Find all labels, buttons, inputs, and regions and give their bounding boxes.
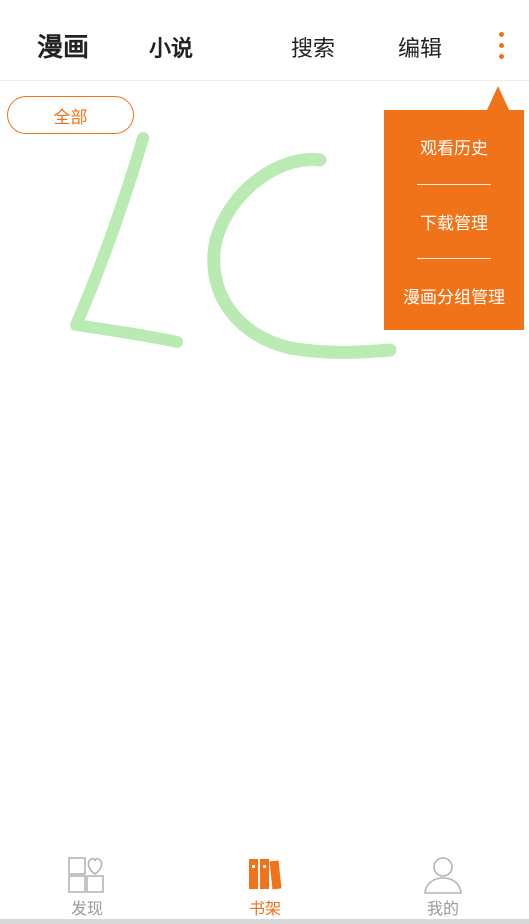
- nav-item-discover[interactable]: 发现: [37, 846, 137, 920]
- nav-item-bookshelf[interactable]: 书架: [215, 846, 315, 920]
- search-button[interactable]: 搜索: [291, 31, 335, 63]
- popup-arrow: [487, 86, 509, 110]
- top-bar: 漫画 小说 搜索 编辑: [0, 0, 529, 81]
- discover-grid-heart-icon: [68, 857, 104, 893]
- nav-item-mine[interactable]: 我的: [393, 846, 493, 920]
- app-screen: 漫画 小说 搜索 编辑 全部 观看历史 下载管理 漫画分组管理 发现 书架 我的: [0, 0, 529, 924]
- nav-label-bookshelf: 书架: [248, 899, 281, 918]
- overflow-menu: 观看历史 下载管理 漫画分组管理: [384, 110, 524, 330]
- menu-item-manga-group-manager[interactable]: 漫画分组管理: [384, 259, 524, 332]
- bottom-navigation: 发现 书架 我的: [0, 846, 529, 924]
- bottom-edge-divider: [0, 919, 529, 924]
- tab-novel[interactable]: 小说: [149, 31, 193, 63]
- bookshelf-icon: [249, 859, 282, 890]
- person-icon: [424, 857, 462, 894]
- menu-item-watch-history[interactable]: 观看历史: [384, 110, 524, 183]
- tab-manga[interactable]: 漫画: [37, 27, 89, 64]
- more-vertical-icon[interactable]: [492, 30, 512, 62]
- nav-label-mine: 我的: [426, 899, 459, 918]
- edit-button[interactable]: 编辑: [398, 31, 442, 63]
- filter-chip-all[interactable]: 全部: [7, 96, 134, 134]
- nav-label-discover: 发现: [70, 899, 103, 918]
- menu-item-download-manager[interactable]: 下载管理: [384, 185, 524, 258]
